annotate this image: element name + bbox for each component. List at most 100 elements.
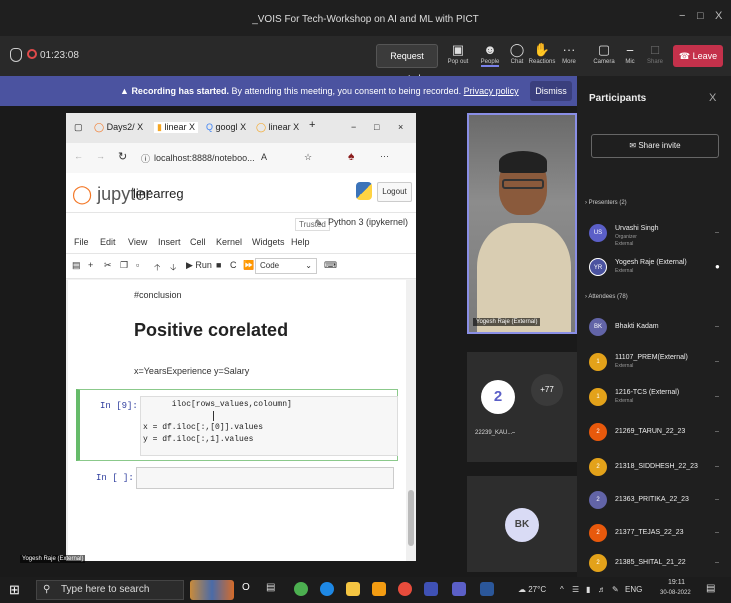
markdown-cell-variables[interactable]: x=YearsExperience y=Salary (134, 366, 249, 376)
firefox-icon[interactable] (398, 582, 412, 596)
paste-icon[interactable]: ▫ (136, 260, 139, 270)
attendee-item[interactable]: BK Bhakti Kadam ⎯ (585, 316, 731, 342)
kernel-indicator[interactable]: Python 3 (ipykernel) (328, 217, 408, 227)
edit-pencil-icon[interactable]: ✎ (315, 218, 323, 229)
windows-start-icon[interactable]: ⊞ (9, 582, 20, 598)
pen-icon[interactable]: ✎ (612, 585, 619, 594)
code-cell-active[interactable]: In [9]: iloc[rows_values,coloumn] x = df… (76, 389, 398, 461)
more-participants-badge[interactable]: +77 (531, 374, 563, 406)
stop-icon[interactable]: ■ (216, 260, 221, 270)
edge-icon[interactable] (320, 582, 334, 596)
teams-icon[interactable] (452, 582, 466, 596)
tab-close-icon[interactable]: X (137, 122, 143, 132)
more-button[interactable]: ··· More (554, 41, 584, 65)
favorites-icon[interactable]: ☆ (304, 152, 312, 163)
word-icon[interactable] (480, 582, 494, 596)
request-control-button[interactable]: Request control (376, 44, 438, 83)
browser-tab-4[interactable]: ◯ linear X (256, 122, 299, 133)
save-icon[interactable]: ▤ (72, 260, 81, 271)
cut-icon[interactable]: ✂ (104, 260, 112, 271)
menu-cell[interactable]: Cell (190, 237, 206, 247)
browser-close-icon[interactable]: × (398, 122, 403, 132)
language-indicator[interactable]: ENG (625, 585, 642, 594)
move-up-icon[interactable]: 🡡 (154, 260, 160, 276)
attendee-item[interactable]: 2 21385_SHITAL_21_22 ⎯ (585, 552, 731, 578)
dismiss-button[interactable]: Dismiss (530, 81, 572, 101)
clock-date[interactable]: 30-08-2022 (660, 590, 691, 596)
chrome-icon[interactable] (294, 582, 308, 596)
close-button[interactable]: X (715, 10, 722, 22)
menu-widgets[interactable]: Widgets (252, 237, 285, 247)
tab-close-icon[interactable]: X (189, 122, 195, 132)
taskbar-search[interactable]: ⚲ Type here to search (36, 580, 184, 600)
people-button[interactable]: ☻ People (475, 41, 505, 67)
clock-time[interactable]: 19:11 (668, 579, 685, 586)
tab-close-icon[interactable]: X (240, 122, 246, 132)
close-panel-icon[interactable]: X (709, 92, 716, 104)
gallery-overflow-tile[interactable]: 2 +77 22239_KAU... ⎯ (467, 352, 577, 462)
attendee-item[interactable]: 2 21377_TEJAS_22_23 ⎯ (585, 522, 731, 548)
new-tab-button[interactable]: + (309, 119, 315, 131)
bk-video-tile[interactable]: BK (467, 476, 577, 572)
add-cell-icon[interactable]: + (88, 260, 93, 270)
run-button[interactable]: ▶ Run (186, 260, 212, 271)
move-down-icon[interactable]: 🡣 (170, 260, 176, 276)
markdown-cell-conclusion[interactable]: #conclusion (134, 290, 182, 300)
scrollbar-thumb[interactable] (408, 490, 414, 546)
attendees-header[interactable]: › Attendees (78) (585, 294, 628, 300)
network-icon[interactable]: ☰ (572, 585, 579, 594)
trusted-badge[interactable]: Trusted (295, 218, 330, 231)
app-icon[interactable] (424, 582, 438, 596)
keyboard-icon[interactable]: ⌨ (324, 260, 337, 271)
markdown-heading[interactable]: Positive corelated (134, 320, 288, 341)
presenters-header[interactable]: › Presenters (2) (585, 200, 627, 206)
code-cell-empty[interactable]: In [ ]: (76, 465, 398, 493)
browser-tab-2[interactable]: ▮ linear X (154, 122, 199, 133)
task-view-icon[interactable]: ▤ (266, 582, 280, 596)
participant-yogesh-raje[interactable]: YR Yogesh Raje (External) External ● (585, 256, 731, 282)
minimize-button[interactable]: − (679, 10, 685, 22)
attendee-item[interactable]: 1 1216-TCS (External) External ⎯ (585, 386, 731, 412)
notifications-icon[interactable]: ▤ (706, 583, 715, 594)
profile-icon[interactable]: ♠ (348, 149, 354, 163)
copy-icon[interactable]: ❐ (120, 260, 128, 271)
refresh-icon[interactable]: ↻ (118, 150, 127, 163)
browser-tab-1[interactable]: ◯ Days2/ X (94, 122, 143, 133)
news-widget-icon[interactable] (190, 580, 234, 600)
notebook-name[interactable]: linearreg (133, 186, 184, 201)
presenter-video[interactable]: Yogesh Raje (External) (467, 113, 577, 334)
restart-icon[interactable]: C (230, 260, 237, 270)
pop-out-button[interactable]: ▣ Pop out (443, 41, 473, 65)
file-explorer-icon[interactable] (346, 582, 360, 596)
menu-insert[interactable]: Insert (158, 237, 181, 247)
cell-type-select[interactable]: Code ⌄ (255, 258, 317, 274)
tray-chevron-icon[interactable]: ^ (560, 585, 564, 594)
attendee-item[interactable]: 2 21363_PRITIKA_22_23 ⎯ (585, 489, 731, 515)
attendee-item[interactable]: 1 11107_PREM(External) External ⎯ (585, 351, 731, 377)
maximize-button[interactable]: □ (697, 10, 704, 22)
back-icon[interactable]: ← (74, 151, 83, 161)
forward-icon[interactable]: → (96, 151, 105, 161)
attendee-item[interactable]: 2 21318_SIDDHESH_22_23 ⎯ (585, 456, 731, 482)
menu-edit[interactable]: Edit (100, 237, 116, 247)
menu-kernel[interactable]: Kernel (216, 237, 242, 247)
weather-widget[interactable]: ☁ 27°C (518, 585, 546, 594)
read-aloud-icon[interactable]: A (261, 152, 267, 162)
tab-close-icon[interactable]: X (293, 122, 299, 132)
leave-button[interactable]: ☎ Leave (673, 45, 723, 67)
share-button[interactable]: □ Share (640, 41, 670, 65)
menu-view[interactable]: View (128, 237, 147, 247)
url-field[interactable]: localhost:8888/noteboo... (154, 153, 255, 163)
battery-icon[interactable]: ▮ (586, 585, 590, 594)
browser-minimize-icon[interactable]: − (351, 122, 356, 132)
code-editor[interactable]: iloc[rows_values,coloumn] x = df.iloc[:,… (140, 396, 398, 456)
tab-actions-icon[interactable]: ▢ (74, 122, 83, 133)
fast-forward-icon[interactable]: ⏩ (243, 260, 254, 271)
privacy-policy-link[interactable]: Privacy policy (464, 86, 519, 96)
menu-help[interactable]: Help (291, 237, 310, 247)
code-editor-empty[interactable] (136, 467, 394, 489)
vlc-icon[interactable] (372, 582, 386, 596)
browser-tab-3[interactable]: Q googl X (206, 122, 246, 132)
cortana-icon[interactable]: O (242, 582, 256, 596)
share-invite-button[interactable]: ✉ Share invite (591, 134, 719, 158)
